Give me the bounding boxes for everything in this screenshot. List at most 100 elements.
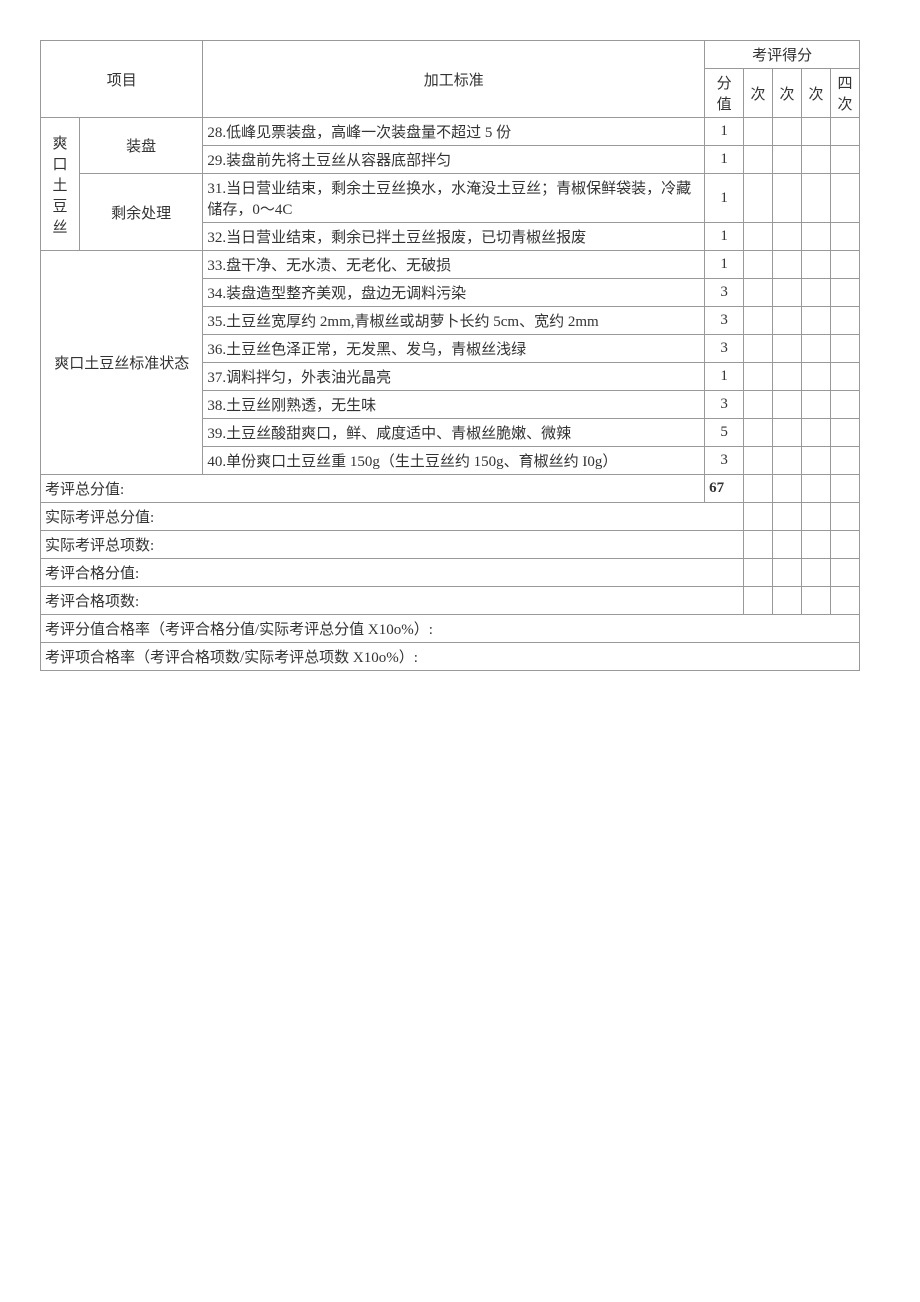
table-row: 爽口土豆丝标准状态 33.盘干净、无水渍、无老化、无破损 1 [41,251,860,279]
score-cell [744,447,773,475]
score-cell [744,587,773,615]
score-cell [830,447,859,475]
score-cell [744,118,773,146]
score-value: 1 [705,118,744,146]
score-cell [773,419,802,447]
header-round3: 次 [802,69,831,118]
header-row-1: 项目 加工标准 考评得分 [41,41,860,69]
score-cell [830,307,859,335]
score-cell [744,559,773,587]
score-cell [802,307,831,335]
score-cell [773,223,802,251]
score-cell [773,174,802,223]
score-value: 1 [705,223,744,251]
score-value: 1 [705,174,744,223]
score-value: 3 [705,279,744,307]
score-cell [773,587,802,615]
standard-text: 33.盘干净、无水渍、无老化、无破损 [203,251,705,279]
score-cell [830,146,859,174]
summary-pass-items: 考评合格项数: [41,587,744,615]
score-cell [773,559,802,587]
summary-row: 考评合格项数: [41,587,860,615]
score-value: 5 [705,419,744,447]
score-value: 1 [705,363,744,391]
score-cell [744,419,773,447]
table-row: 剩余处理 31.当日营业结束，剩余土豆丝换水，水淹没土豆丝；青椒保鲜袋装，冷藏储… [41,174,860,223]
score-cell [802,279,831,307]
standard-text: 29.装盘前先将土豆丝从容器底部拌匀 [203,146,705,174]
header-round1: 次 [744,69,773,118]
summary-row: 实际考评总项数: [41,531,860,559]
summary-row: 实际考评总分值: [41,503,860,531]
score-cell [773,475,802,503]
summary-row: 考评项合格率（考评合格项数/实际考评总项数 X10o%）: [41,643,860,671]
score-cell [830,391,859,419]
summary-total-value: 67 [705,475,744,503]
summary-row: 考评分值合格率（考评合格分值/实际考评总分值 X10o%）: [41,615,860,643]
score-cell [773,503,802,531]
score-cell [830,174,859,223]
summary-total-row: 考评总分值: 67 [41,475,860,503]
score-cell [773,251,802,279]
summary-actual-total-items: 实际考评总项数: [41,531,744,559]
score-value: 3 [705,391,744,419]
score-cell [802,531,831,559]
score-cell [744,335,773,363]
evaluation-table: 项目 加工标准 考评得分 分值 次 次 次 四次 爽口土豆丝 装盘 28.低峰见… [40,40,860,671]
score-cell [830,419,859,447]
standard-text: 31.当日营业结束，剩余土豆丝换水，水淹没土豆丝；青椒保鲜袋装，冷藏储存，0～4… [203,174,705,223]
score-cell [830,531,859,559]
score-cell [830,335,859,363]
header-round4: 四次 [830,69,859,118]
score-cell [802,223,831,251]
score-cell [830,279,859,307]
score-cell [773,146,802,174]
score-cell [830,587,859,615]
score-cell [830,118,859,146]
score-cell [744,279,773,307]
section1-group: 爽口土豆丝 [41,118,80,251]
score-cell [830,251,859,279]
table-row: 爽口土豆丝 装盘 28.低峰见票装盘，高峰一次装盘量不超过 5 份 1 [41,118,860,146]
score-cell [773,118,802,146]
header-score-value: 分值 [705,69,744,118]
score-cell [802,391,831,419]
section2-group: 爽口土豆丝标准状态 [41,251,203,475]
section1-sub2: 剩余处理 [79,174,202,251]
score-value: 3 [705,307,744,335]
score-cell [802,363,831,391]
score-cell [744,503,773,531]
header-project: 项目 [41,41,203,118]
score-cell [773,307,802,335]
score-cell [802,447,831,475]
score-cell [744,307,773,335]
score-cell [773,363,802,391]
score-cell [773,447,802,475]
score-cell [744,174,773,223]
score-cell [744,363,773,391]
standard-text: 38.土豆丝刚熟透，无生味 [203,391,705,419]
standard-text: 39.土豆丝酸甜爽口，鲜、咸度适中、青椒丝脆嫩、微辣 [203,419,705,447]
score-value: 3 [705,335,744,363]
score-cell [830,223,859,251]
score-cell [744,475,773,503]
score-cell [773,335,802,363]
score-cell [802,251,831,279]
standard-text: 35.土豆丝宽厚约 2mm,青椒丝或胡萝卜长约 5cm、宽约 2mm [203,307,705,335]
score-cell [773,531,802,559]
score-cell [802,587,831,615]
summary-actual-total-score: 实际考评总分值: [41,503,744,531]
score-cell [830,475,859,503]
score-cell [802,335,831,363]
summary-rate-score: 考评分值合格率（考评合格分值/实际考评总分值 X10o%）: [41,615,860,643]
section1-sub1: 装盘 [79,118,202,174]
header-standard: 加工标准 [203,41,705,118]
score-cell [802,174,831,223]
summary-rate-items: 考评项合格率（考评合格项数/实际考评总项数 X10o%）: [41,643,860,671]
score-value: 1 [705,251,744,279]
summary-pass-score: 考评合格分值: [41,559,744,587]
summary-row: 考评合格分值: [41,559,860,587]
score-cell [802,503,831,531]
score-cell [744,531,773,559]
score-cell [802,146,831,174]
